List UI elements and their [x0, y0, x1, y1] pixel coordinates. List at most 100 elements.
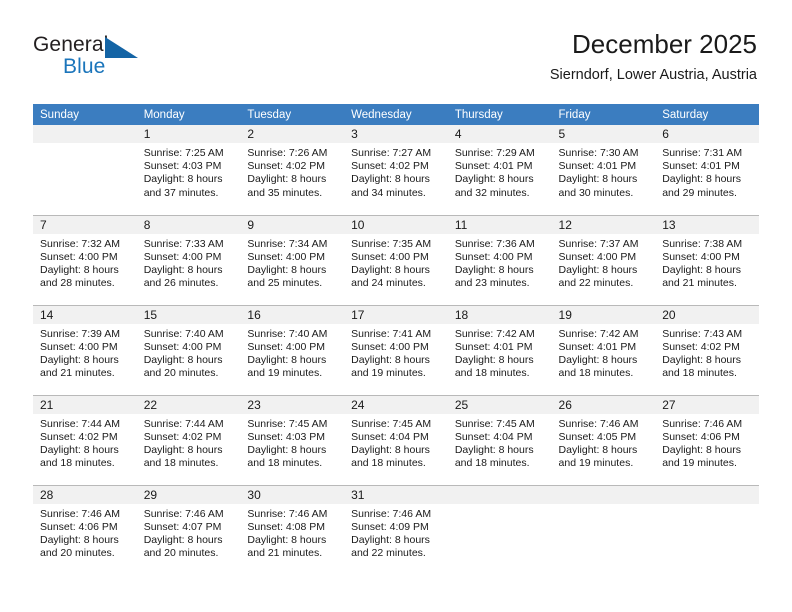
- calendar-day-cell[interactable]: 5 Sunrise: 7:30 AM Sunset: 4:01 PM Daylight…: [551, 125, 656, 215]
- calendar-day-detail-line: Sunrise: 7:42 AM: [558, 327, 639, 340]
- calendar-day-detail-line: Daylight: 8 hours: [247, 353, 327, 366]
- calendar-day-number: 10: [344, 215, 448, 234]
- calendar-day-detail-line: Sunrise: 7:46 AM: [558, 417, 639, 430]
- calendar-day-number: 3: [344, 125, 448, 143]
- brand-logo[interactable]: General Blue: [33, 33, 213, 81]
- calendar-day-details: Sunrise: 7:32 AM Sunset: 4:00 PM Daylight:…: [33, 234, 137, 291]
- calendar-day-number: 16: [240, 305, 345, 324]
- calendar-grid: Sunday Monday Tuesday Wednesday Thursday Frid…: [33, 104, 759, 575]
- calendar-day-cell[interactable]: 23 Sunrise: 7:45 AM Sunset: 4:03 PM Dayligh…: [240, 394, 345, 485]
- calendar-day-details: Sunrise: 7:40 AM Sunset: 4:00 PM Daylight:…: [137, 324, 241, 381]
- calendar-day-detail-line: Sunset: 4:02 PM: [143, 430, 222, 443]
- calendar-day-cell[interactable]: 27 Sunrise: 7:46 AM Sunset: 4:06 PM Dayligh…: [655, 394, 759, 485]
- calendar-day-cell[interactable]: 28 Sunrise: 7:46 AM Sunset: 4:06 PM Dayligh…: [33, 484, 137, 575]
- calendar-day-cell[interactable]: 17 Sunrise: 7:41 AM Sunset: 4:00 PM Dayligh…: [344, 304, 448, 395]
- calendar-day-cell[interactable]: 19 Sunrise: 7:42 AM Sunset: 4:01 PM Dayligh…: [551, 304, 656, 395]
- calendar-day-cell[interactable]: 11 Sunrise: 7:36 AM Sunset: 4:00 PM Dayligh…: [447, 214, 552, 305]
- calendar-day-detail-line: Daylight: 8 hours: [454, 173, 534, 186]
- calendar-page: General Blue December 2025 Sierndorf, Lo…: [0, 0, 792, 612]
- calendar-day-details: [33, 143, 137, 147]
- calendar-day-cell-inner: 31 Sunrise: 7:46 AM Sunset: 4:09 PM Dayligh…: [344, 485, 448, 576]
- calendar-day-detail-line: Sunrise: 7:46 AM: [247, 507, 328, 520]
- calendar-day-detail-line: Daylight: 8 hours: [143, 263, 223, 276]
- calendar-day-number: 4: [447, 125, 552, 143]
- calendar-day-detail-line: and 18 minutes.: [662, 367, 737, 380]
- calendar-day-cell[interactable]: 26 Sunrise: 7:46 AM Sunset: 4:05 PM Dayligh…: [551, 394, 656, 485]
- calendar-day-cell[interactable]: 12 Sunrise: 7:37 AM Sunset: 4:00 PM Dayligh…: [551, 214, 656, 305]
- calendar-day-detail-line: Sunrise: 7:32 AM: [40, 237, 120, 250]
- calendar-day-detail-line: and 18 minutes.: [40, 457, 115, 470]
- calendar-day-cell-inner: 25 Sunrise: 7:45 AM Sunset: 4:04 PM Dayligh…: [447, 395, 552, 485]
- calendar-day-detail-line: and 19 minutes.: [558, 457, 634, 470]
- calendar-day-detail-line: Sunset: 4:00 PM: [247, 250, 326, 263]
- calendar-day-detail-line: Daylight: 8 hours: [454, 443, 534, 456]
- calendar-day-details: Sunrise: 7:45 AM Sunset: 4:04 PM Daylight:…: [448, 414, 552, 471]
- calendar-day-details: Sunrise: 7:36 AM Sunset: 4:00 PM Daylight:…: [448, 234, 552, 291]
- calendar-day-details: Sunrise: 7:42 AM Sunset: 4:01 PM Daylight:…: [552, 324, 656, 381]
- calendar-day-cell[interactable]: 22 Sunrise: 7:44 AM Sunset: 4:02 PM Dayligh…: [136, 394, 241, 485]
- calendar-day-detail-line: Daylight: 8 hours: [662, 263, 742, 276]
- calendar-day-cell[interactable]: 6 Sunrise: 7:31 AM Sunset: 4:01 PM Daylight…: [655, 125, 759, 215]
- calendar-day-cell[interactable]: 30 Sunrise: 7:46 AM Sunset: 4:08 PM Dayligh…: [240, 484, 345, 576]
- calendar-day-detail-line: Daylight: 8 hours: [40, 353, 119, 366]
- calendar-day-detail-line: Daylight: 8 hours: [247, 173, 327, 186]
- calendar-day-cell[interactable]: 16 Sunrise: 7:40 AM Sunset: 4:00 PM Dayligh…: [240, 304, 345, 395]
- calendar-day-cell[interactable]: 14 Sunrise: 7:39 AM Sunset: 4:00 PM Dayligh…: [33, 304, 137, 395]
- calendar-day-cell-inner: 27 Sunrise: 7:46 AM Sunset: 4:06 PM Dayligh…: [655, 395, 759, 485]
- calendar-day-cell[interactable]: 1 Sunrise: 7:25 AM Sunset: 4:03 PM Daylight…: [136, 125, 241, 215]
- calendar-day-detail-line: and 19 minutes.: [351, 367, 426, 380]
- calendar-day-number: 19: [551, 305, 656, 324]
- calendar-day-cell[interactable]: 18 Sunrise: 7:42 AM Sunset: 4:01 PM Dayligh…: [447, 304, 552, 395]
- calendar-day-number: 29: [136, 485, 241, 504]
- calendar-day-details: Sunrise: 7:46 AM Sunset: 4:06 PM Daylight:…: [655, 414, 759, 471]
- calendar-day-cell-inner: 29 Sunrise: 7:46 AM Sunset: 4:07 PM Dayligh…: [136, 485, 241, 576]
- calendar-week-row: 7 Sunrise: 7:32 AM Sunset: 4:00 PM Daylight…: [33, 214, 759, 305]
- calendar-day-cell[interactable]: 21 Sunrise: 7:44 AM Sunset: 4:02 PM Dayligh…: [33, 394, 137, 485]
- calendar-day-detail-line: Sunset: 4:06 PM: [40, 520, 118, 533]
- calendar-day-cell[interactable]: 25 Sunrise: 7:45 AM Sunset: 4:04 PM Dayligh…: [447, 394, 552, 485]
- calendar-day-cell[interactable]: 3 Sunrise: 7:27 AM Sunset: 4:02 PM Daylight…: [344, 125, 448, 215]
- calendar-day-detail-line: Sunset: 4:00 PM: [40, 250, 118, 263]
- calendar-day-detail-line: Daylight: 8 hours: [247, 263, 327, 276]
- calendar-day-number: 31: [344, 485, 448, 504]
- calendar-day-cell[interactable]: 9 Sunrise: 7:34 AM Sunset: 4:00 PM Daylight…: [240, 214, 345, 305]
- calendar-day-cell[interactable]: 4 Sunrise: 7:29 AM Sunset: 4:01 PM Daylight…: [447, 125, 552, 215]
- calendar-day-cell-inner: 4 Sunrise: 7:29 AM Sunset: 4:01 PM Daylight…: [447, 125, 552, 215]
- weekday-header-thursday: Thursday: [447, 104, 552, 125]
- calendar-day-cell[interactable]: 31 Sunrise: 7:46 AM Sunset: 4:09 PM Dayligh…: [344, 484, 448, 576]
- calendar-day-number: 21: [33, 395, 137, 414]
- calendar-day-cell[interactable]: 13 Sunrise: 7:38 AM Sunset: 4:00 PM Dayligh…: [655, 214, 759, 305]
- calendar-day-cell[interactable]: 20 Sunrise: 7:43 AM Sunset: 4:02 PM Dayligh…: [655, 304, 759, 395]
- calendar-day-detail-line: and 20 minutes.: [40, 547, 115, 560]
- calendar-day-detail-line: Sunset: 4:07 PM: [143, 520, 222, 533]
- calendar-day-detail-line: Sunrise: 7:46 AM: [351, 507, 432, 520]
- calendar-day-detail-line: and 24 minutes.: [351, 277, 426, 290]
- calendar-day-detail-line: Daylight: 8 hours: [351, 173, 430, 186]
- calendar-day-detail-line: Sunrise: 7:45 AM: [247, 417, 328, 430]
- calendar-day-cell[interactable]: 24 Sunrise: 7:45 AM Sunset: 4:04 PM Dayligh…: [344, 394, 448, 485]
- calendar-day-number: 17: [344, 305, 448, 324]
- calendar-day-cell-inner: 30 Sunrise: 7:46 AM Sunset: 4:08 PM Dayligh…: [240, 485, 345, 576]
- calendar-day-detail-line: and 18 minutes.: [454, 367, 530, 380]
- calendar-day-cell-inner: [655, 485, 759, 576]
- calendar-day-detail-line: and 18 minutes.: [454, 457, 530, 470]
- calendar-day-detail-line: and 19 minutes.: [662, 457, 737, 470]
- calendar-day-cell-inner: 6 Sunrise: 7:31 AM Sunset: 4:01 PM Daylight…: [655, 125, 759, 215]
- calendar-day-cell[interactable]: 2 Sunrise: 7:26 AM Sunset: 4:02 PM Daylight…: [240, 125, 345, 215]
- calendar-week-row: 21 Sunrise: 7:44 AM Sunset: 4:02 PM Dayligh…: [33, 394, 759, 485]
- calendar-day-cell[interactable]: 10 Sunrise: 7:35 AM Sunset: 4:00 PM Dayligh…: [344, 214, 448, 305]
- calendar-day-detail-line: Sunset: 4:02 PM: [351, 160, 429, 173]
- weekday-header-friday: Friday: [551, 104, 656, 125]
- calendar-day-cell[interactable]: 7 Sunrise: 7:32 AM Sunset: 4:00 PM Daylight…: [33, 214, 137, 305]
- calendar-day-number: 7: [33, 215, 137, 234]
- calendar-day-cell[interactable]: 29 Sunrise: 7:46 AM Sunset: 4:07 PM Dayligh…: [136, 484, 241, 576]
- calendar-day-detail-line: and 18 minutes.: [247, 457, 323, 470]
- weekday-header-tuesday: Tuesday: [240, 104, 345, 125]
- calendar-day-number: 1: [136, 125, 241, 143]
- page-title: December 2025: [572, 29, 757, 59]
- calendar-day-detail-line: and 25 minutes.: [247, 277, 323, 290]
- calendar-day-cell[interactable]: 15 Sunrise: 7:40 AM Sunset: 4:00 PM Dayligh…: [136, 304, 241, 395]
- weekday-header-wednesday: Wednesday: [344, 104, 448, 125]
- calendar-week-row: 1 Sunrise: 7:25 AM Sunset: 4:03 PM Daylight…: [33, 125, 759, 215]
- calendar-day-cell[interactable]: 8 Sunrise: 7:33 AM Sunset: 4:00 PM Daylight…: [136, 214, 241, 305]
